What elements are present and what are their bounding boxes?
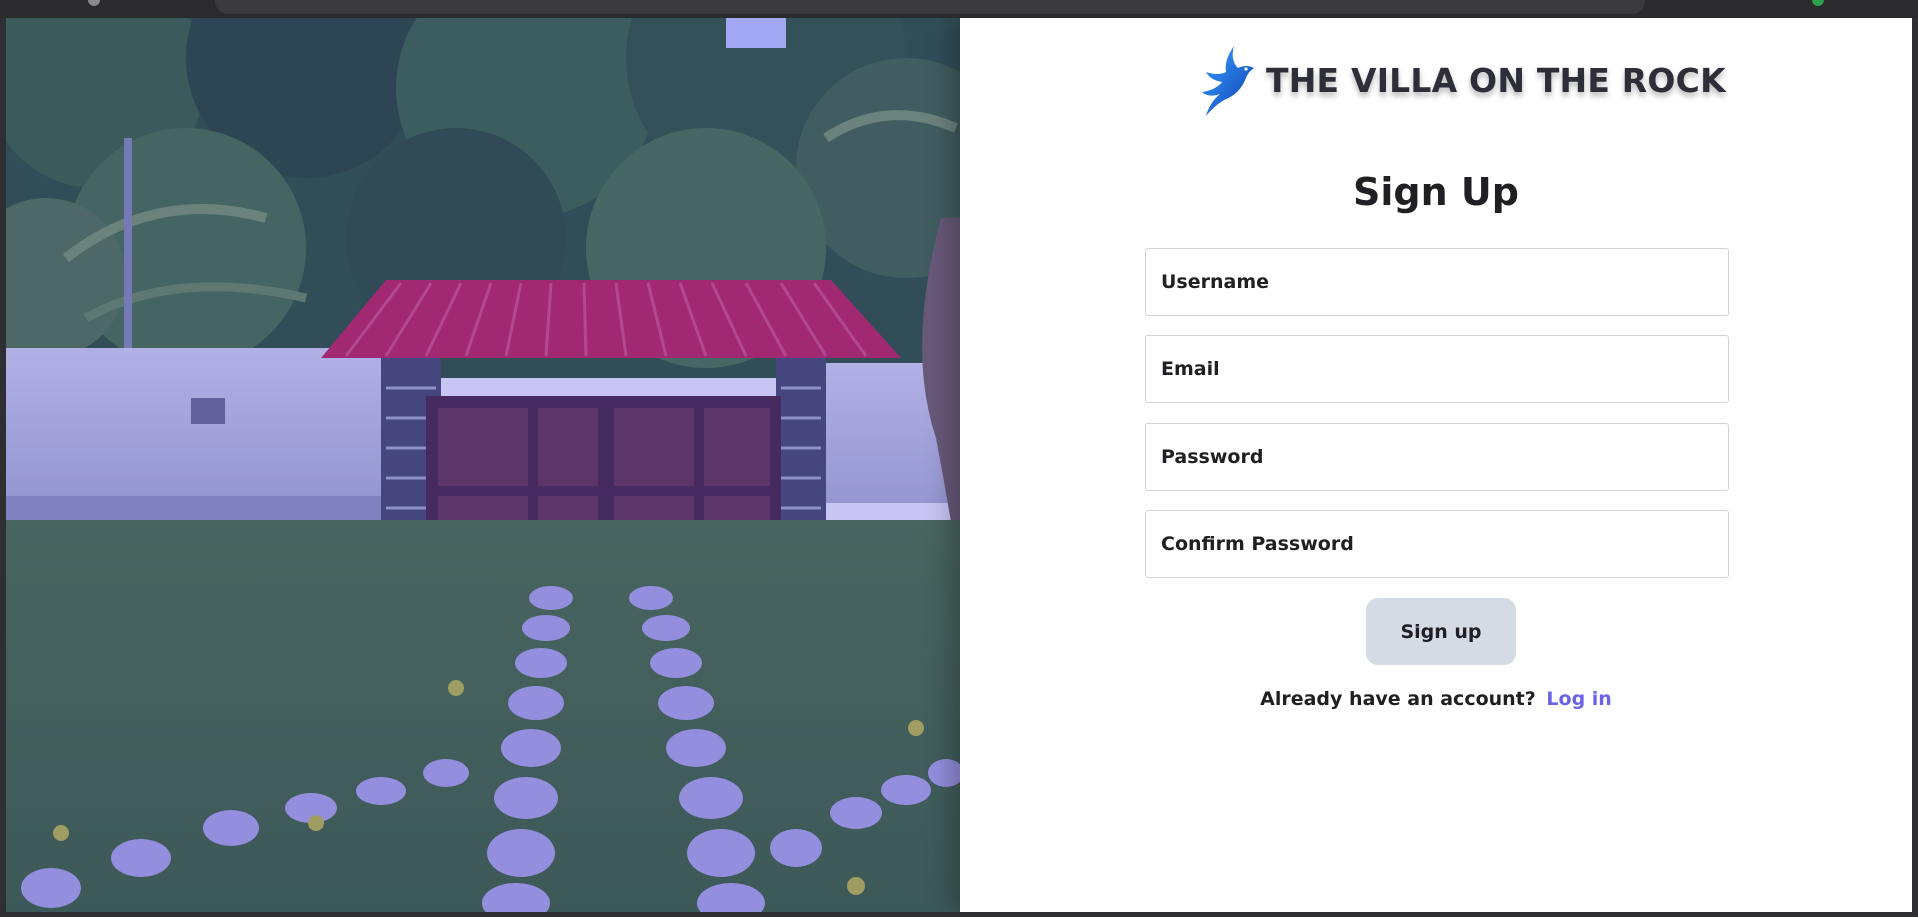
address-bar[interactable] [215,0,1645,14]
brand-header[interactable]: THE VILLA ON THE ROCK [1200,42,1726,118]
confirm-password-input[interactable] [1145,510,1729,578]
signup-page: THE VILLA ON THE ROCK Sign Up Sign up Al… [6,18,1912,912]
login-link[interactable]: Log in [1546,688,1611,710]
bird-logo-icon [1202,46,1254,116]
email-input[interactable] [1145,335,1729,403]
extension-icon[interactable] [1812,0,1824,6]
page-title: Sign Up [1353,170,1519,214]
signup-panel: THE VILLA ON THE ROCK Sign Up Sign up Al… [960,18,1912,912]
browser-control-icon[interactable] [88,0,100,6]
username-input[interactable] [1145,248,1729,316]
login-prompt-text: Already have an account? [1260,688,1536,710]
hero-image [6,18,960,912]
browser-chrome [0,0,1918,18]
login-prompt-line: Already have an account? Log in [960,688,1912,710]
brand-name: THE VILLA ON THE ROCK [1266,60,1726,100]
signup-button[interactable]: Sign up [1366,598,1516,665]
villa-gate-photo [6,18,960,912]
password-input[interactable] [1145,423,1729,491]
